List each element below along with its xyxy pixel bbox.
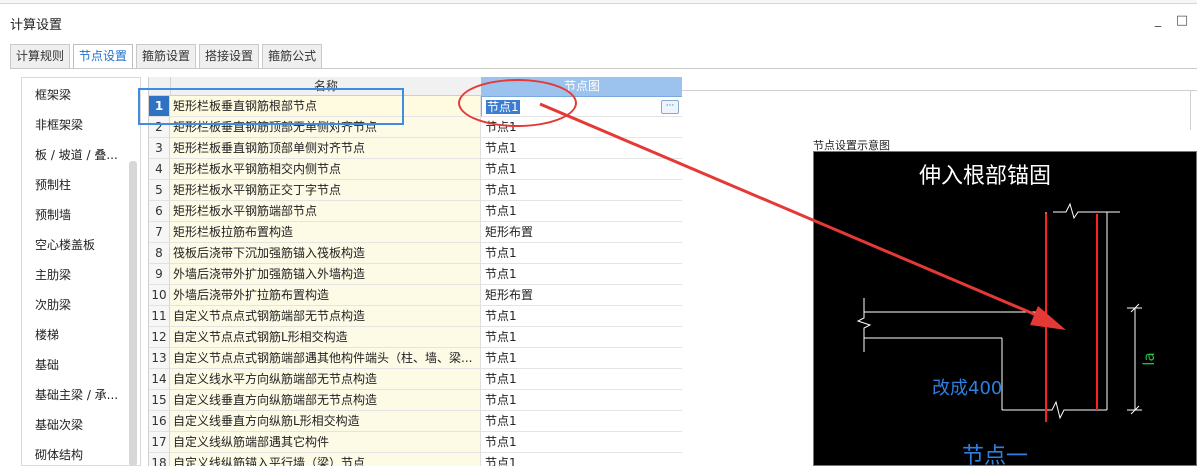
annotation-arrow xyxy=(539,102,1066,330)
